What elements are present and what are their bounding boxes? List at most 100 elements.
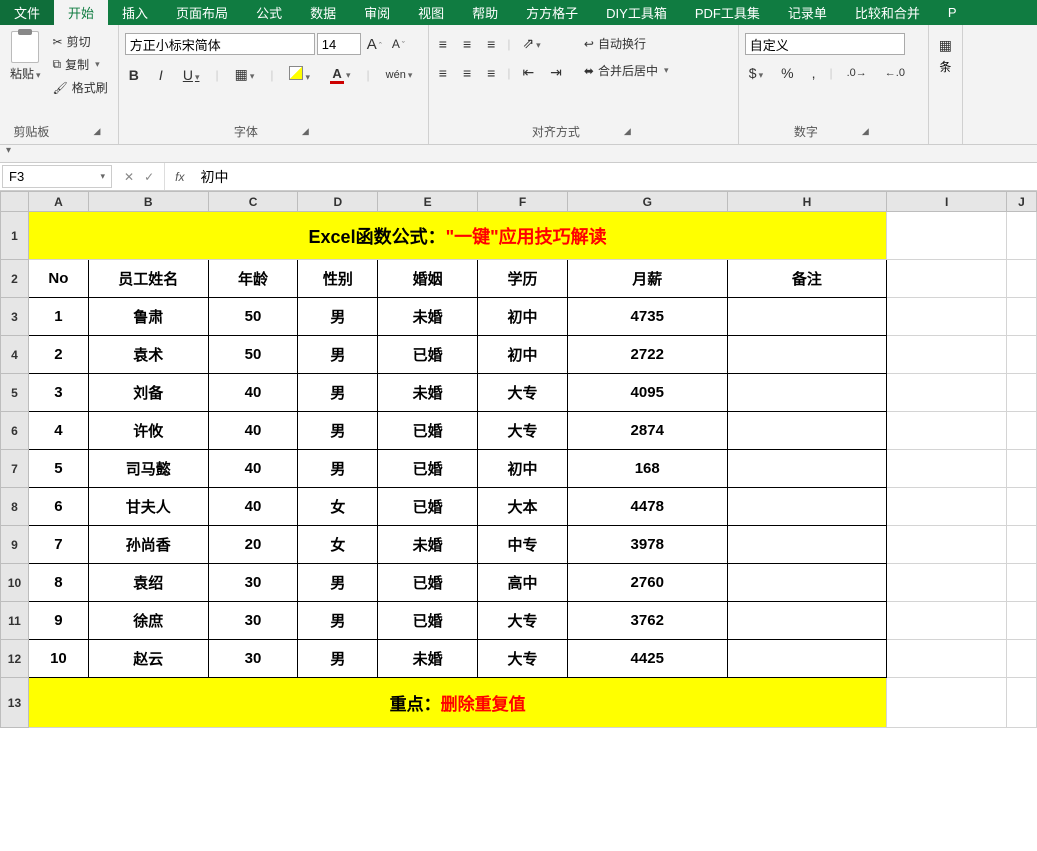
name-box[interactable]: F3▾ xyxy=(2,165,112,188)
table-header-cell[interactable]: 月薪 xyxy=(567,260,727,298)
data-cell[interactable]: 初中 xyxy=(478,450,568,488)
align-left-button[interactable]: ≡ xyxy=(435,63,451,83)
align-bottom-button[interactable]: ≡ xyxy=(483,34,499,54)
data-cell[interactable]: 4425 xyxy=(567,640,727,678)
data-cell[interactable]: 孙尚香 xyxy=(88,526,208,564)
row-header[interactable]: 13 xyxy=(1,678,29,728)
currency-button[interactable]: $▾ xyxy=(745,63,767,83)
spreadsheet-grid[interactable]: ABCDEFGHIJ1 Excel函数公式："一键"应用技巧解读 2No员工姓名… xyxy=(0,191,1037,728)
data-cell[interactable]: 已婚 xyxy=(378,412,478,450)
tab-pdf[interactable]: PDF工具集 xyxy=(681,0,774,25)
column-header[interactable]: G xyxy=(567,192,727,212)
font-name-combo[interactable] xyxy=(125,33,315,55)
tab-file[interactable]: 文件 xyxy=(0,0,54,25)
data-cell[interactable]: 未婚 xyxy=(378,374,478,412)
data-cell[interactable]: 2874 xyxy=(567,412,727,450)
align-right-button[interactable]: ≡ xyxy=(483,63,499,83)
row-header[interactable]: 10 xyxy=(1,564,29,602)
data-cell[interactable] xyxy=(727,450,887,488)
row-header[interactable]: 11 xyxy=(1,602,29,640)
data-cell[interactable]: 未婚 xyxy=(378,298,478,336)
select-all-corner[interactable] xyxy=(1,192,29,212)
tab-view[interactable]: 视图 xyxy=(404,0,458,25)
clipboard-dialog-launcher[interactable]: ◢ xyxy=(89,124,104,139)
orientation-button[interactable]: ⇗▾ xyxy=(518,33,544,54)
data-cell[interactable]: 1 xyxy=(28,298,88,336)
align-center-button[interactable]: ≡ xyxy=(459,63,475,83)
data-cell[interactable] xyxy=(727,298,887,336)
tab-fangfang[interactable]: 方方格子 xyxy=(512,0,592,25)
data-cell[interactable]: 2760 xyxy=(567,564,727,602)
conditional-format-button[interactable]: ▦ xyxy=(935,35,956,56)
data-cell[interactable]: 40 xyxy=(208,450,298,488)
data-cell[interactable]: 5 xyxy=(28,450,88,488)
table-header-cell[interactable]: 学历 xyxy=(478,260,568,298)
row-header[interactable]: 3 xyxy=(1,298,29,336)
column-header[interactable]: D xyxy=(298,192,378,212)
row-header[interactable]: 2 xyxy=(1,260,29,298)
data-cell[interactable] xyxy=(727,640,887,678)
percent-button[interactable]: % xyxy=(777,63,797,83)
table-header-cell[interactable]: 员工姓名 xyxy=(88,260,208,298)
increase-indent-button[interactable]: ⇥ xyxy=(546,62,566,83)
ribbon-collapse-row[interactable]: ▾ xyxy=(0,145,1037,163)
data-cell[interactable] xyxy=(727,412,887,450)
data-cell[interactable]: 司马懿 xyxy=(88,450,208,488)
data-cell[interactable]: 鲁肃 xyxy=(88,298,208,336)
tab-record[interactable]: 记录单 xyxy=(774,0,841,25)
data-cell[interactable]: 20 xyxy=(208,526,298,564)
data-cell[interactable]: 袁术 xyxy=(88,336,208,374)
data-cell[interactable]: 大专 xyxy=(478,602,568,640)
data-cell[interactable]: 男 xyxy=(298,298,378,336)
tab-diy[interactable]: DIY工具箱 xyxy=(592,0,681,25)
data-cell[interactable]: 40 xyxy=(208,412,298,450)
table-header-cell[interactable]: 婚姻 xyxy=(378,260,478,298)
number-dialog-launcher[interactable]: ◢ xyxy=(858,124,873,139)
increase-font-button[interactable]: Aˆ xyxy=(363,34,386,55)
alignment-dialog-launcher[interactable]: ◢ xyxy=(620,124,635,139)
data-cell[interactable]: 男 xyxy=(298,602,378,640)
formula-input[interactable] xyxy=(194,163,1037,190)
tab-home[interactable]: 开始 xyxy=(54,0,108,25)
data-cell[interactable]: 许攸 xyxy=(88,412,208,450)
merge-center-button[interactable]: ⬌ 合并后居中▾ xyxy=(580,60,673,81)
cut-button[interactable]: ✂ 剪切 xyxy=(49,31,112,52)
data-cell[interactable]: 男 xyxy=(298,412,378,450)
column-header[interactable]: A xyxy=(28,192,88,212)
underline-button[interactable]: U▾ xyxy=(179,65,204,85)
data-cell[interactable]: 已婚 xyxy=(378,564,478,602)
data-cell[interactable]: 10 xyxy=(28,640,88,678)
phonetic-button[interactable]: wén▾ xyxy=(382,67,417,83)
data-cell[interactable]: 2 xyxy=(28,336,88,374)
data-cell[interactable]: 3978 xyxy=(567,526,727,564)
table-header-cell[interactable]: 备注 xyxy=(727,260,887,298)
data-cell[interactable]: 赵云 xyxy=(88,640,208,678)
table-header-cell[interactable]: 年龄 xyxy=(208,260,298,298)
fx-button[interactable]: fx xyxy=(165,163,194,190)
tab-formulas[interactable]: 公式 xyxy=(242,0,296,25)
data-cell[interactable] xyxy=(727,564,887,602)
column-header[interactable]: E xyxy=(378,192,478,212)
table-header-cell[interactable]: No xyxy=(28,260,88,298)
row-header[interactable]: 1 xyxy=(1,212,29,260)
bold-button[interactable]: B xyxy=(125,65,143,85)
data-cell[interactable]: 高中 xyxy=(478,564,568,602)
tab-page-layout[interactable]: 页面布局 xyxy=(162,0,242,25)
data-cell[interactable]: 大专 xyxy=(478,640,568,678)
column-header[interactable]: H xyxy=(727,192,887,212)
tab-compare[interactable]: 比较和合并 xyxy=(841,0,934,25)
data-cell[interactable]: 未婚 xyxy=(378,640,478,678)
italic-button[interactable]: I xyxy=(155,65,167,85)
data-cell[interactable]: 大本 xyxy=(478,488,568,526)
row-header[interactable]: 6 xyxy=(1,412,29,450)
data-cell[interactable]: 40 xyxy=(208,488,298,526)
tab-help[interactable]: 帮助 xyxy=(458,0,512,25)
data-cell[interactable]: 30 xyxy=(208,640,298,678)
data-cell[interactable]: 中专 xyxy=(478,526,568,564)
column-header[interactable]: F xyxy=(478,192,568,212)
data-cell[interactable] xyxy=(727,336,887,374)
data-cell[interactable]: 已婚 xyxy=(378,488,478,526)
data-cell[interactable]: 初中 xyxy=(478,298,568,336)
data-cell[interactable]: 大专 xyxy=(478,412,568,450)
data-cell[interactable]: 袁绍 xyxy=(88,564,208,602)
